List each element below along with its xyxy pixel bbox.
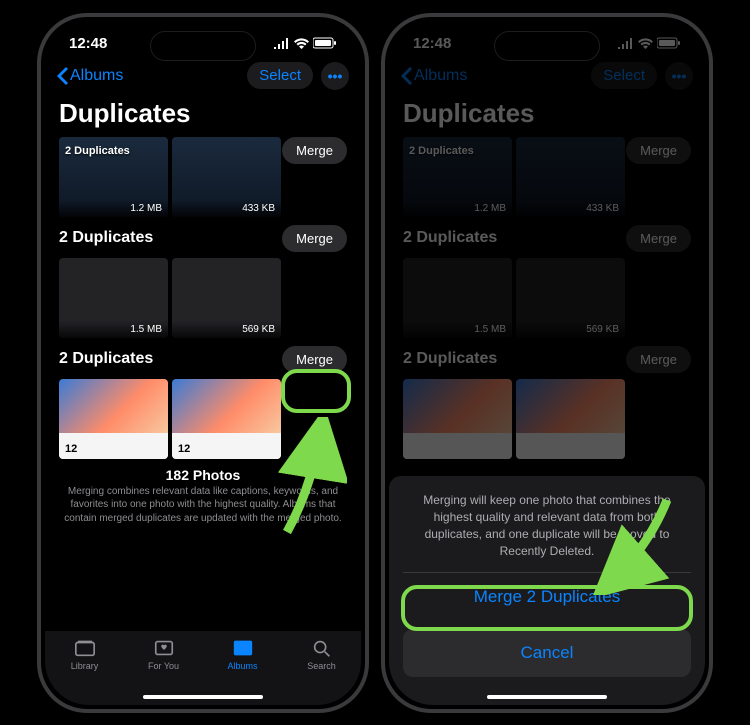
duplicate-group: 2 Duplicates 1.2 MB 433 KB Merge — [59, 137, 347, 217]
photo-thumbnail[interactable] — [516, 379, 625, 459]
tab-library[interactable]: Library — [45, 637, 124, 705]
library-icon — [73, 637, 97, 659]
home-indicator[interactable] — [143, 695, 263, 699]
nav-bar: Albums Select ••• — [389, 58, 705, 94]
status-icons — [618, 37, 681, 49]
more-button[interactable]: ••• — [321, 62, 349, 90]
search-icon — [310, 637, 334, 659]
albums-icon — [231, 637, 255, 659]
group-title: 2 Duplicates — [59, 350, 153, 368]
photo-thumbnail[interactable]: 1.5 MB — [59, 258, 168, 338]
page-title: Duplicates — [389, 94, 705, 137]
group-title: 2 Duplicates — [59, 229, 153, 247]
photo-thumbnail[interactable] — [403, 379, 512, 459]
photo-thumbnail[interactable]: 2 Duplicates 1.2 MB — [403, 137, 512, 217]
more-button[interactable]: ••• — [665, 62, 693, 90]
merge-button[interactable]: Merge — [282, 225, 347, 252]
merge-button[interactable]: Merge — [626, 346, 691, 373]
action-sheet: Merging will keep one photo that combine… — [389, 476, 705, 704]
photo-thumbnail[interactable]: 12 — [59, 379, 168, 459]
notch — [150, 31, 256, 61]
sheet-message: Merging will keep one photo that combine… — [403, 490, 691, 571]
clock: 12:48 — [413, 35, 451, 52]
phone-right: 12:48 Albums Select ••• Duplicates — [381, 13, 713, 713]
select-button[interactable]: Select — [247, 62, 313, 89]
merge-button[interactable]: Merge — [626, 225, 691, 252]
page-title: Duplicates — [45, 94, 361, 137]
photo-thumbnail[interactable]: 2 Duplicates 1.2 MB — [59, 137, 168, 217]
merge-button[interactable]: Merge — [282, 346, 347, 373]
merge-duplicates-button[interactable]: Merge 2 Duplicates — [403, 572, 691, 621]
back-button[interactable]: Albums — [401, 67, 467, 85]
merge-button[interactable]: Merge — [626, 137, 691, 164]
cancel-button[interactable]: Cancel — [403, 629, 691, 677]
photo-thumbnail[interactable]: 1.5 MB — [403, 258, 512, 338]
photo-thumbnail[interactable]: 12 — [172, 379, 281, 459]
photo-thumbnail[interactable]: 569 KB — [172, 258, 281, 338]
home-indicator[interactable] — [487, 695, 607, 699]
clock: 12:48 — [69, 35, 107, 52]
for-you-icon — [152, 637, 176, 659]
phone-left: 12:48 Albums Select ••• Duplicates — [37, 13, 369, 713]
photo-thumbnail[interactable]: 433 KB — [516, 137, 625, 217]
tab-search[interactable]: Search — [282, 637, 361, 705]
merge-button[interactable]: Merge — [282, 137, 347, 164]
status-icons — [274, 37, 337, 49]
footer: 182 Photos Merging combines relevant dat… — [59, 467, 347, 526]
back-button[interactable]: Albums — [57, 67, 123, 85]
tab-bar: Library For You Albums Search — [45, 631, 361, 705]
photo-thumbnail[interactable]: 569 KB — [516, 258, 625, 338]
photo-thumbnail[interactable]: 433 KB — [172, 137, 281, 217]
select-button[interactable]: Select — [591, 62, 657, 89]
nav-bar: Albums Select ••• — [45, 58, 361, 94]
notch — [494, 31, 600, 61]
